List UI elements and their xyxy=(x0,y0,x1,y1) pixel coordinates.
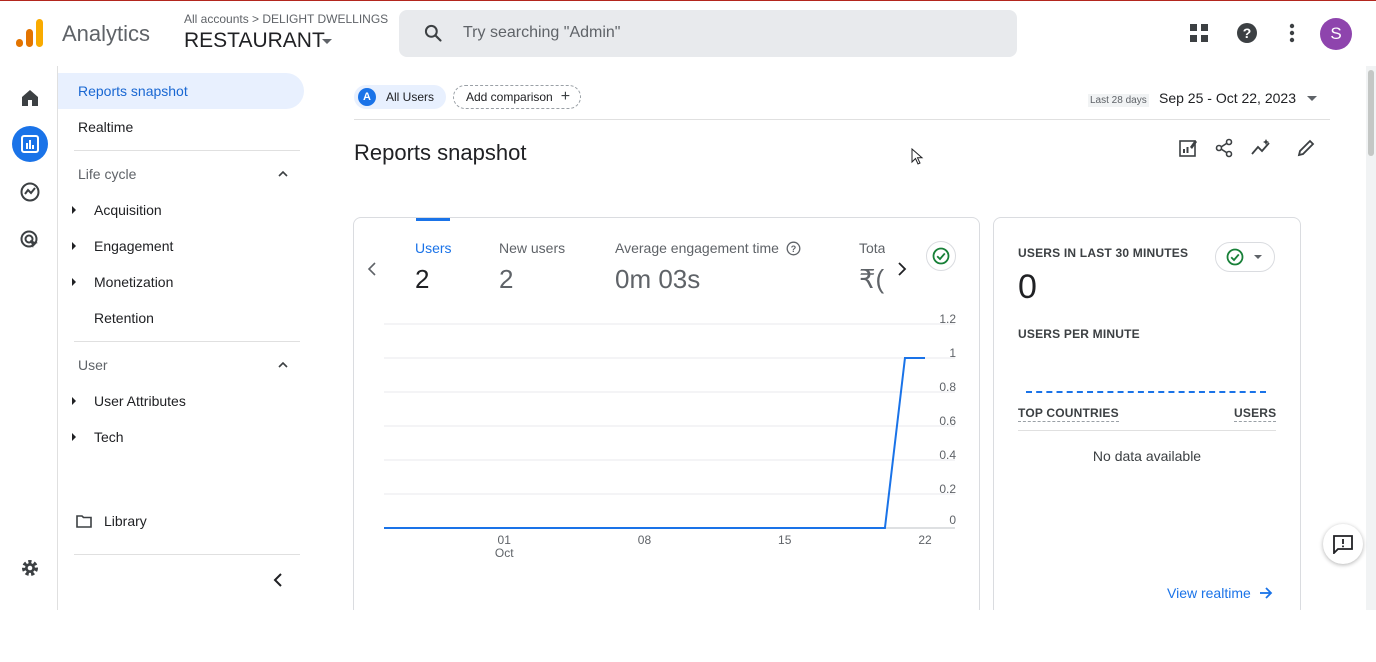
nav-item-label: Reports snapshot xyxy=(78,83,188,99)
apps-grid-icon[interactable] xyxy=(1187,21,1211,45)
y-tick-label: 0 xyxy=(949,513,956,527)
check-circle-icon xyxy=(1226,248,1244,266)
x-tick-label: 15 xyxy=(778,533,792,547)
help-icon[interactable]: ? xyxy=(1235,21,1259,45)
brand-name: Analytics xyxy=(62,21,151,46)
add-comparison-label: Add comparison xyxy=(466,90,553,104)
search-icon xyxy=(424,24,442,42)
view-realtime-label: View realtime xyxy=(1167,585,1251,601)
y-tick-label: 1 xyxy=(949,346,956,360)
nav-item-acquisition[interactable]: Acquisition xyxy=(94,202,162,218)
insights-icon[interactable] xyxy=(1249,136,1273,160)
nav-item-user-attributes[interactable]: User Attributes xyxy=(94,393,186,409)
users-per-minute-sparkline xyxy=(1026,391,1266,393)
y-tick-label: 1.2 xyxy=(939,312,956,326)
top-countries-header[interactable]: TOP COUNTRIES xyxy=(1018,406,1119,422)
view-realtime-link[interactable]: View realtime xyxy=(1167,585,1273,601)
folder-icon xyxy=(76,515,92,528)
property-selector[interactable]: RESTAURANT xyxy=(184,29,325,53)
bottom-blank-area xyxy=(0,610,1376,662)
x-tick-label: 08 xyxy=(638,533,652,547)
y-tick-label: 0.6 xyxy=(939,414,956,428)
date-caret-icon[interactable] xyxy=(1307,96,1317,101)
nav-section-life-cycle[interactable]: Life cycle xyxy=(78,166,136,182)
no-data-message: No data available xyxy=(1092,448,1202,464)
caret-down-icon xyxy=(1254,255,1262,259)
left-rail xyxy=(0,66,58,610)
nav-section-user[interactable]: User xyxy=(78,357,108,373)
chevron-up-icon[interactable] xyxy=(278,360,288,370)
nav-item-realtime[interactable]: Realtime xyxy=(78,119,133,135)
expand-arrow-icon[interactable] xyxy=(72,206,76,214)
home-icon[interactable] xyxy=(12,80,48,116)
edit-pencil-icon[interactable] xyxy=(1294,136,1318,160)
expand-arrow-icon[interactable] xyxy=(72,397,76,405)
reports-icon[interactable] xyxy=(12,126,48,162)
advertising-icon[interactable] xyxy=(12,222,48,258)
users-30-min-value: 0 xyxy=(1018,268,1037,306)
y-tick-label: 0.2 xyxy=(939,482,956,496)
svg-text:?: ? xyxy=(1243,25,1252,41)
collapse-nav-icon[interactable] xyxy=(272,573,284,587)
nav-item-engagement[interactable]: Engagement xyxy=(94,238,173,254)
series-line[interactable] xyxy=(384,357,925,529)
y-tick-label: 0.8 xyxy=(939,380,956,394)
all-users-label: All Users xyxy=(386,90,435,104)
property-caret-icon[interactable] xyxy=(322,39,332,44)
x-tick-label: 01 xyxy=(498,533,512,547)
more-vert-icon[interactable] xyxy=(1280,21,1304,45)
expand-arrow-icon[interactable] xyxy=(72,242,76,250)
users-column-header[interactable]: USERS xyxy=(1234,406,1277,422)
feedback-button[interactable] xyxy=(1323,524,1363,564)
nav-divider xyxy=(74,150,300,151)
main-content: A All Users Add comparison + Last 28 day… xyxy=(312,66,1366,617)
comparison-badge: A xyxy=(358,88,376,106)
settings-gear-icon[interactable] xyxy=(12,550,48,586)
all-users-chip[interactable]: A All Users xyxy=(354,85,447,109)
chevron-up-icon[interactable] xyxy=(278,169,288,179)
x-tick-label: 22 xyxy=(918,533,932,547)
nav-item-library[interactable]: Library xyxy=(104,513,147,529)
nav-divider xyxy=(74,341,300,342)
analytics-logo[interactable] xyxy=(16,17,44,49)
mouse-cursor-icon xyxy=(911,148,924,165)
date-range-label: Last 28 days xyxy=(1088,94,1149,107)
table-divider xyxy=(1018,430,1276,431)
nav-item-reports-snapshot[interactable]: Reports snapshot xyxy=(58,73,304,109)
scrollbar-thumb[interactable] xyxy=(1368,70,1374,156)
search-input[interactable] xyxy=(463,20,983,46)
customize-report-icon[interactable] xyxy=(1176,136,1200,160)
feedback-icon xyxy=(1333,535,1353,554)
plus-icon: + xyxy=(560,88,571,105)
page-title: Reports snapshot xyxy=(354,140,527,165)
top-app-bar: Analytics All accounts > DELIGHT DWELLIN… xyxy=(0,0,1376,66)
users-30-min-label: USERS IN LAST 30 MINUTES xyxy=(1018,246,1189,260)
x-tick-sublabel: Oct xyxy=(495,546,514,560)
arrow-right-icon xyxy=(1259,587,1273,599)
share-icon[interactable] xyxy=(1212,136,1236,160)
y-tick-label: 0.4 xyxy=(939,448,956,462)
expand-arrow-icon[interactable] xyxy=(72,433,76,441)
header-divider xyxy=(354,119,1330,120)
expand-arrow-icon[interactable] xyxy=(72,278,76,286)
add-comparison-button[interactable]: Add comparison + xyxy=(453,85,582,109)
explore-icon[interactable] xyxy=(12,174,48,210)
realtime-status-dropdown[interactable] xyxy=(1215,242,1275,272)
overview-card: Users 2 New users 2 Average engagement t… xyxy=(353,217,980,617)
users-per-minute-label: USERS PER MINUTE xyxy=(1018,327,1140,341)
account-avatar[interactable]: S xyxy=(1320,18,1352,50)
search-bar[interactable] xyxy=(399,10,1017,57)
users-line-chart: 1.2 1 0.8 0.6 0.4 0.2 0 01Oct 08 15 22 xyxy=(384,312,956,560)
date-range-picker[interactable]: Sep 25 - Oct 22, 2023 xyxy=(1159,90,1296,106)
nav-item-retention[interactable]: Retention xyxy=(94,310,154,326)
realtime-card: USERS IN LAST 30 MINUTES 0 USERS PER MIN… xyxy=(993,217,1301,617)
reports-nav: Reports snapshot Realtime Life cycle Acq… xyxy=(58,66,312,610)
nav-item-tech[interactable]: Tech xyxy=(94,429,124,445)
nav-divider xyxy=(74,554,300,555)
nav-item-monetization[interactable]: Monetization xyxy=(94,274,173,290)
account-breadcrumb[interactable]: All accounts > DELIGHT DWELLINGS xyxy=(184,12,388,26)
